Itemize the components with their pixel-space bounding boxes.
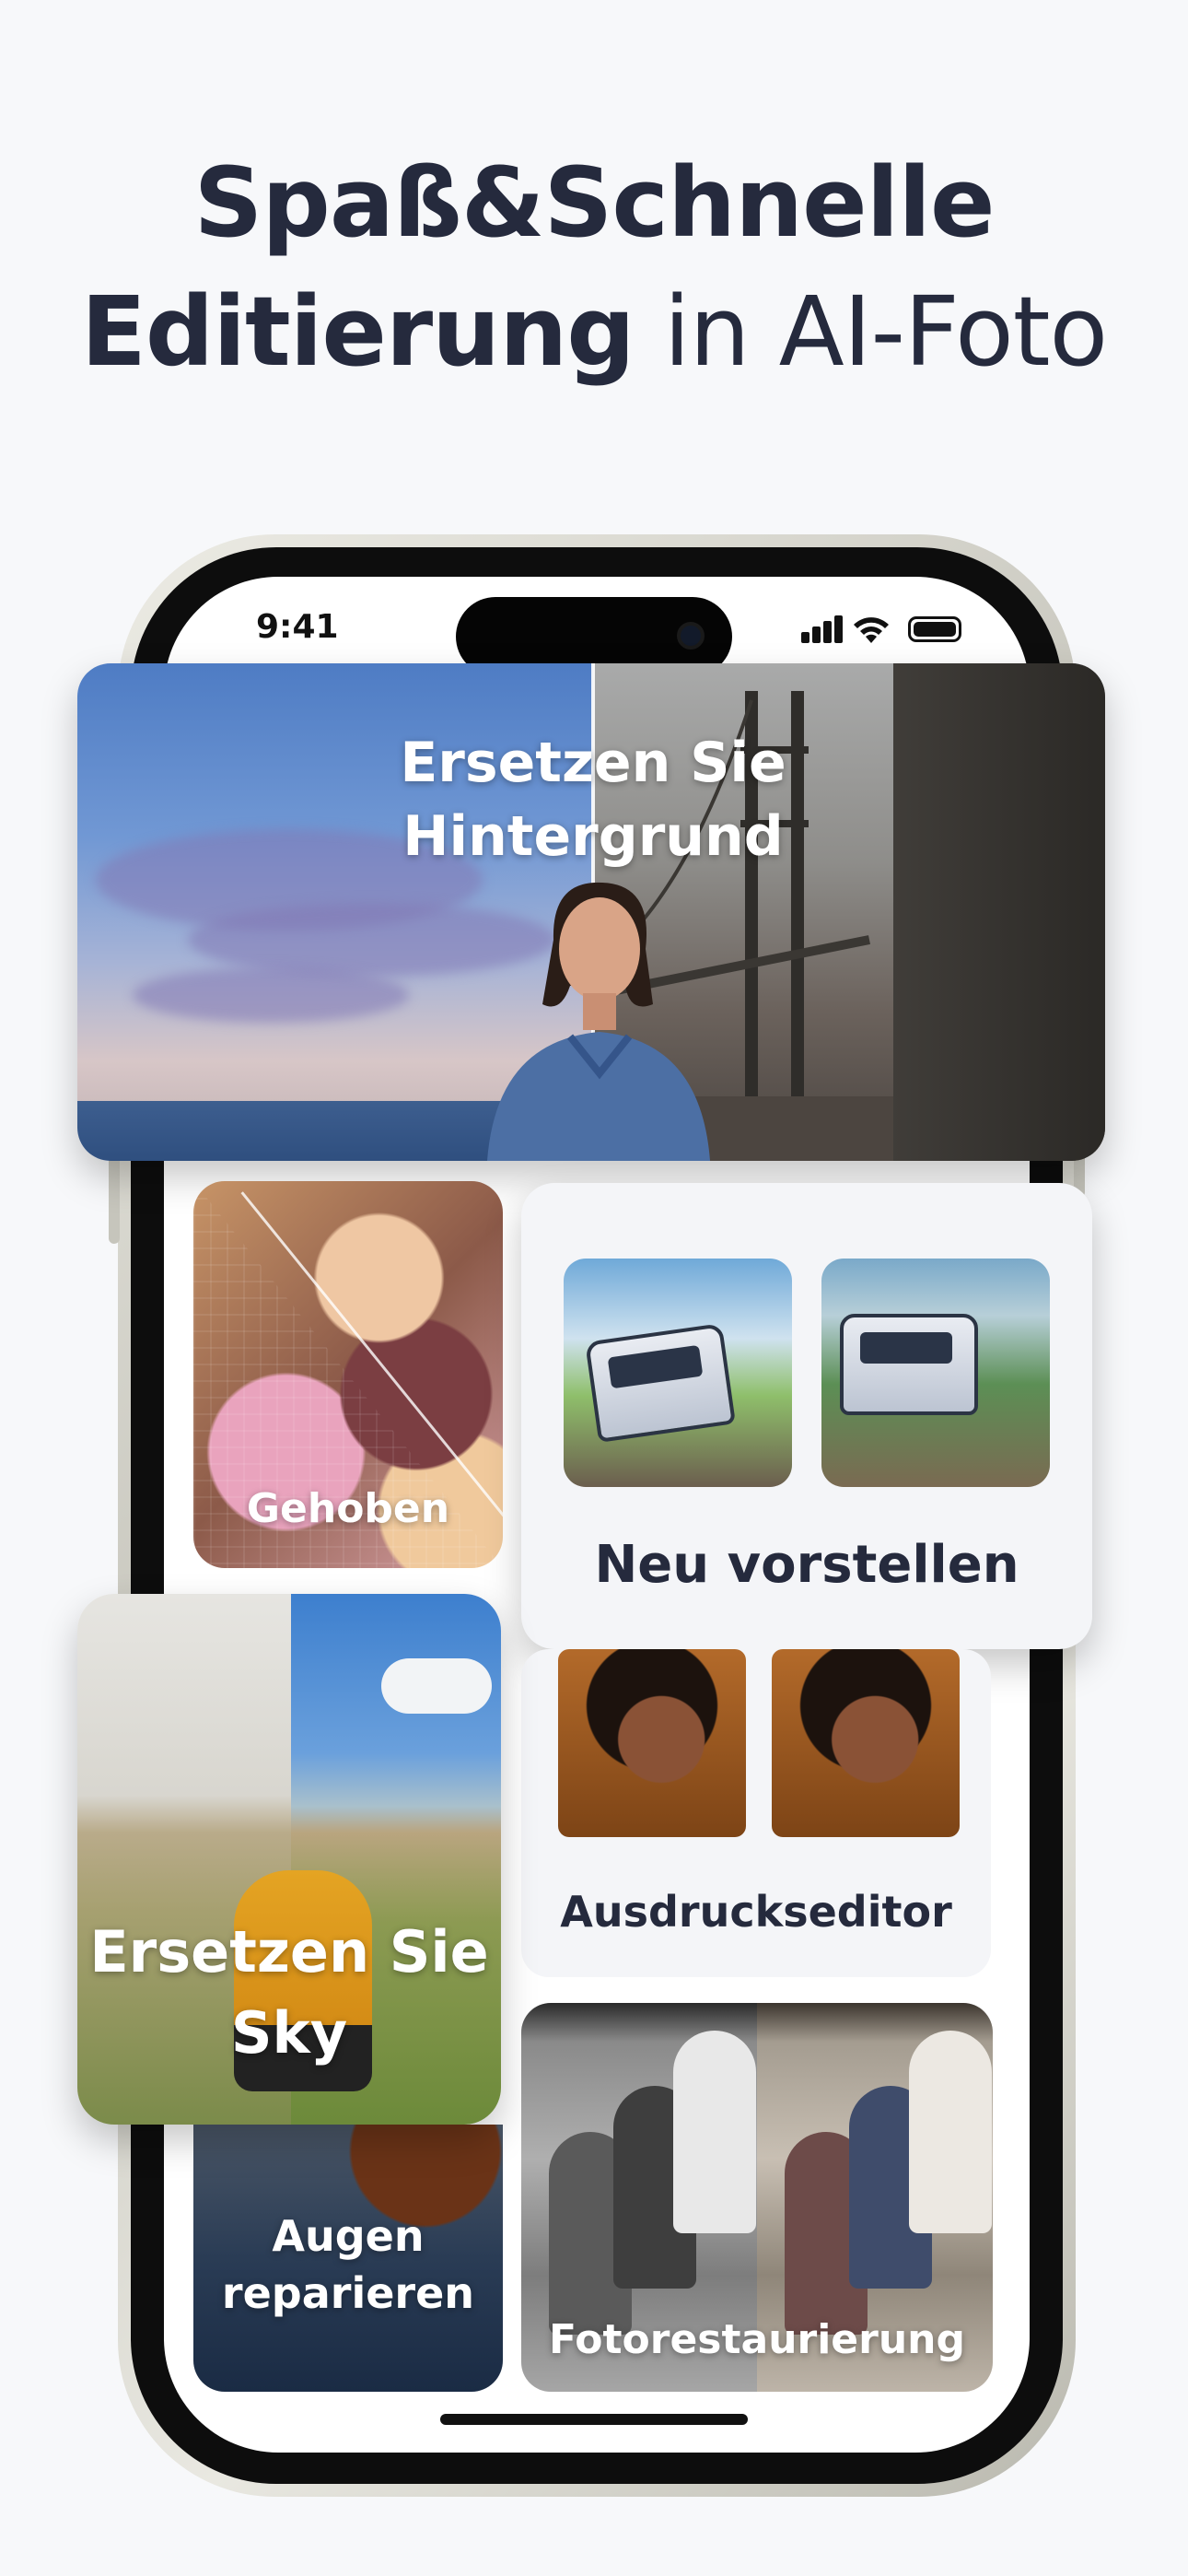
portrait-neutral	[558, 1649, 746, 1837]
building	[893, 663, 1105, 1161]
upscale-card[interactable]: Gehoben	[193, 1181, 503, 1568]
headline-rest: in AI-Foto	[634, 275, 1108, 388]
headline-line-1: Spaß&Schnelle	[193, 146, 995, 259]
fix-eyes-label: Augen reparieren	[221, 2211, 475, 2318]
cloud	[381, 1658, 492, 1714]
wifi-icon	[854, 617, 889, 643]
photo-restoration-card[interactable]: Fotorestaurierung	[521, 2003, 993, 2392]
status-time: 9:41	[256, 608, 339, 646]
portrait-smiling	[772, 1649, 960, 1837]
expression-editor-label: Ausdruckseditor	[560, 1887, 952, 1937]
expression-editor-card[interactable]: Ausdruckseditor	[521, 1649, 991, 1977]
replace-background-card[interactable]: Ersetzen Sie Hintergrund	[77, 663, 1105, 1161]
fix-eyes-card[interactable]: Augen reparieren	[193, 2125, 503, 2392]
front-camera	[677, 622, 705, 650]
reimagine-card[interactable]: Neu vorstellen	[521, 1183, 1092, 1649]
reimagine-label: Neu vorstellen	[594, 1535, 1019, 1595]
train-photo-thumbnail	[821, 1259, 1050, 1487]
replace-background-label: Ersetzen Sie Hintergrund	[400, 731, 786, 869]
headline-bold-word: Editierung	[80, 275, 635, 388]
marketing-headline: Spaß&Schnelle Editierung in AI-Foto	[0, 138, 1188, 396]
photo-restoration-label: Fotorestaurierung	[548, 2316, 965, 2363]
replace-sky-card[interactable]: Ersetzen Sie Sky	[77, 1594, 501, 2125]
replace-sky-label: Ersetzen Sie Sky	[89, 1918, 489, 2067]
headline-line-2: Editierung in AI-Foto	[0, 267, 1188, 396]
home-indicator[interactable]	[440, 2414, 748, 2425]
woman-portrait	[487, 882, 710, 1161]
battery-icon	[908, 616, 961, 642]
train-anime-thumbnail	[564, 1259, 792, 1487]
upscale-label: Gehoben	[246, 1485, 450, 1532]
